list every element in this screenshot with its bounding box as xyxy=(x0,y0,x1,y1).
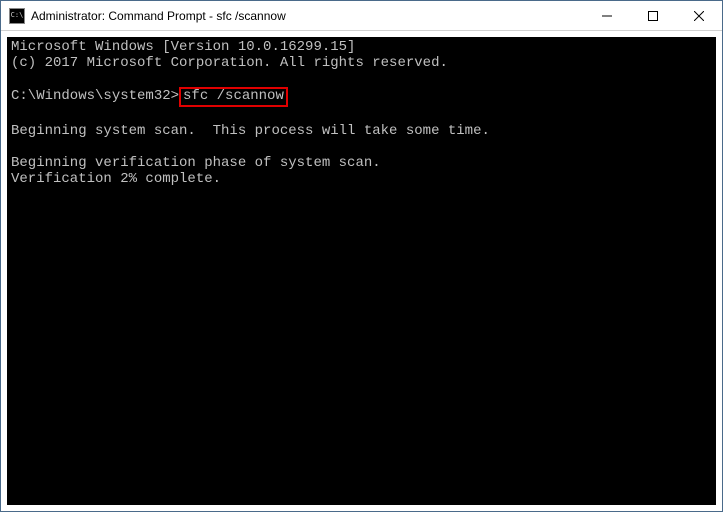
verify-phase-line: Beginning verification phase of system s… xyxy=(11,155,381,171)
window-controls xyxy=(584,1,722,30)
command-highlight: sfc /scannow xyxy=(179,87,288,106)
titlebar: C:\ Administrator: Command Prompt - sfc … xyxy=(1,1,722,31)
copyright-line: (c) 2017 Microsoft Corporation. All righ… xyxy=(11,55,448,71)
maximize-icon xyxy=(648,11,658,21)
verify-progress-line: Verification 2% complete. xyxy=(11,171,221,187)
close-button[interactable] xyxy=(676,1,722,30)
prompt-path: C:\Windows\system32> xyxy=(11,88,179,104)
minimize-icon xyxy=(602,11,612,21)
command-prompt-window: C:\ Administrator: Command Prompt - sfc … xyxy=(0,0,723,512)
scan-begin-line: Beginning system scan. This process will… xyxy=(11,123,490,139)
window-title: Administrator: Command Prompt - sfc /sca… xyxy=(31,9,584,23)
terminal-output[interactable]: Microsoft Windows [Version 10.0.16299.15… xyxy=(7,37,716,505)
app-icon: C:\ xyxy=(9,8,25,24)
maximize-button[interactable] xyxy=(630,1,676,30)
close-icon xyxy=(694,11,704,21)
version-line: Microsoft Windows [Version 10.0.16299.15… xyxy=(11,39,355,55)
minimize-button[interactable] xyxy=(584,1,630,30)
app-icon-label: C:\ xyxy=(11,12,24,19)
